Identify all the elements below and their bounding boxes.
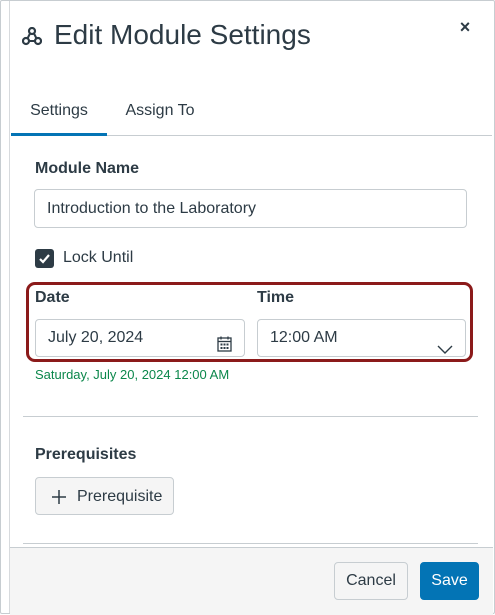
tab-assign-to[interactable]: Assign To	[119, 87, 201, 133]
lock-until-checkbox[interactable]	[35, 249, 54, 268]
page-title: Edit Module Settings	[54, 19, 311, 50]
save-button[interactable]: Save	[420, 562, 479, 600]
tray-footer: Cancel Save	[10, 547, 493, 615]
date-label: Date	[35, 289, 70, 306]
edit-module-settings-tray: Edit Module Settings × Settings Assign T…	[0, 0, 495, 615]
module-name-label: Module Name	[35, 160, 140, 177]
module-name-input[interactable]: Introduction to the Laboratory	[34, 189, 467, 228]
cancel-button[interactable]: Cancel	[334, 562, 408, 600]
time-value: 12:00 AM	[270, 329, 338, 346]
plus-icon	[51, 489, 67, 505]
tray-edge-line	[9, 1, 10, 613]
date-value: July 20, 2024	[48, 329, 144, 346]
modules-icon	[21, 26, 43, 47]
checkmark-icon	[39, 254, 50, 264]
time-select[interactable]: 12:00 AM	[257, 319, 466, 357]
close-icon[interactable]: ×	[456, 15, 474, 39]
calendar-icon[interactable]	[217, 330, 232, 352]
section-divider	[23, 416, 478, 417]
date-input[interactable]: July 20, 2024	[35, 319, 245, 357]
date-time-helper-text: Saturday, July 20, 2024 12:00 AM	[35, 367, 230, 382]
tray-header: Edit Module Settings ×	[1, 1, 494, 73]
lock-until-label[interactable]: Lock Until	[63, 248, 133, 268]
add-prerequisite-label: Prerequisite	[77, 488, 163, 505]
prerequisites-label: Prerequisites	[35, 446, 137, 463]
section-divider	[23, 543, 478, 544]
time-label: Time	[257, 289, 295, 306]
add-prerequisite-button[interactable]: Prerequisite	[35, 477, 174, 515]
chevron-down-icon[interactable]	[437, 333, 453, 354]
tab-list: Settings Assign To	[11, 87, 492, 136]
tab-settings[interactable]: Settings	[11, 87, 107, 136]
